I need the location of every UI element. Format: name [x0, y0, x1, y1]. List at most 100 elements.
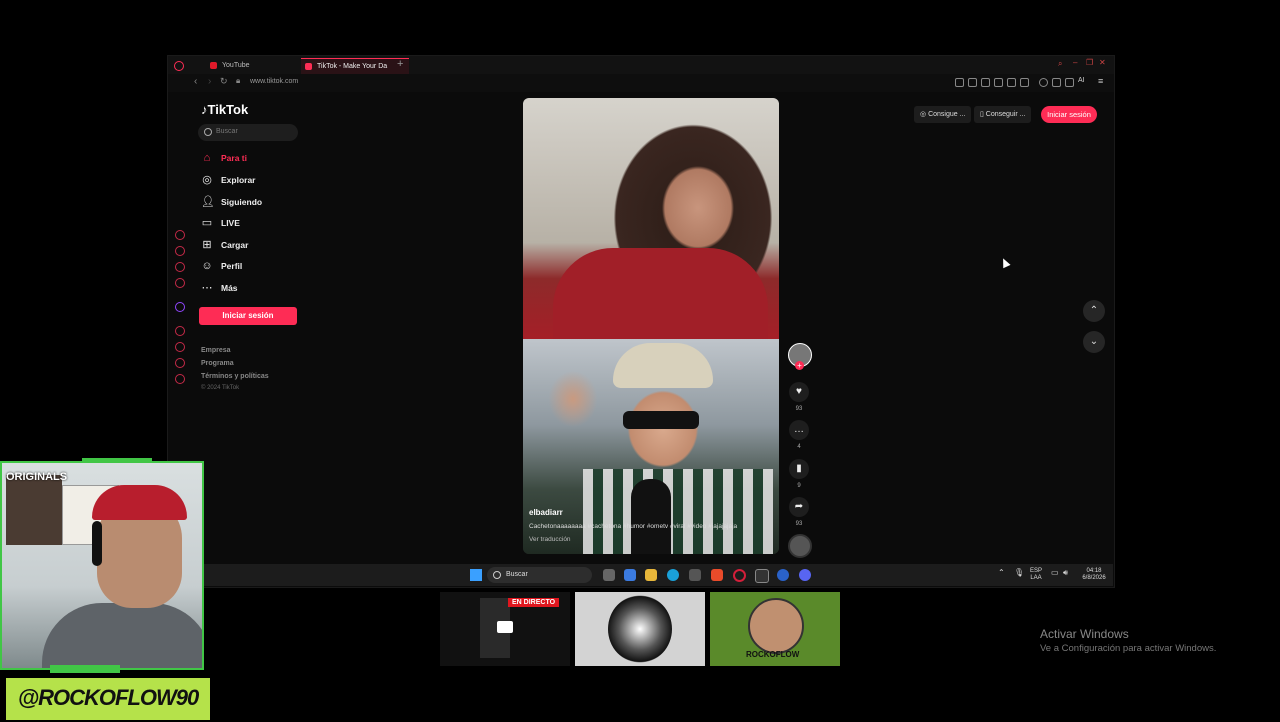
webcam-headset [92, 521, 102, 566]
play-icon[interactable] [1007, 78, 1016, 87]
sidebar-history-icon[interactable] [175, 230, 185, 240]
music-disc-icon[interactable] [788, 534, 812, 558]
tab-tiktok[interactable]: TikTok - Make Your Da [301, 58, 409, 74]
webcam-frame-accent [50, 665, 120, 673]
sidebar-aria-icon[interactable] [175, 246, 185, 256]
sidebar-twitch-icon[interactable] [175, 302, 185, 312]
video-username[interactable]: elbadiarr [529, 508, 563, 517]
edge-icon[interactable] [667, 569, 679, 581]
windows-start-icon[interactable] [470, 569, 482, 581]
opera-logo-icon[interactable] [174, 61, 184, 71]
footer-link-programa[interactable]: Programa [201, 360, 234, 367]
sidebar-chat-icon[interactable] [175, 358, 185, 368]
menu-icon[interactable]: ≡ [1098, 76, 1103, 86]
button-label: Consigue ... [928, 111, 966, 118]
cartoon-avatar [748, 598, 804, 654]
lock-icon: 🔒︎ [236, 76, 241, 85]
back-icon[interactable]: ‹ [194, 76, 197, 87]
nav-label: Explorar [221, 175, 256, 185]
bookmark-icon[interactable] [955, 78, 964, 87]
footer-link-empresa[interactable]: Empresa [201, 347, 231, 354]
logo-text: TikTok [207, 102, 249, 117]
ai-icon[interactable]: AI [1078, 77, 1085, 84]
shield-icon[interactable] [981, 78, 990, 87]
get-app-button[interactable]: ▯ Conseguir ... [974, 106, 1032, 123]
tiktok-logo[interactable]: ♪TikTok [201, 102, 248, 117]
next-video-button[interactable]: ⌄ [1083, 331, 1105, 353]
footer-link-terminos[interactable]: Términos y políticas [201, 373, 269, 380]
maximize-icon[interactable]: ❐ [1086, 58, 1093, 67]
minimize-icon[interactable]: – [1073, 58, 1077, 67]
live-icon: ▭ [201, 217, 213, 229]
sidebar-settings-icon[interactable] [175, 374, 185, 384]
upload-icon: ⊞ [202, 239, 212, 251]
streamer-handle: @ROCKOFLOW90 [4, 676, 212, 722]
taskbar-search[interactable]: Buscar [487, 567, 592, 583]
taskbar-search-label: Buscar [506, 571, 528, 578]
widgets-icon[interactable] [624, 569, 636, 581]
new-tab-button[interactable]: + [397, 58, 403, 70]
opera-icon[interactable] [733, 569, 746, 582]
messenger-icon[interactable] [1039, 78, 1048, 87]
obs-icon[interactable] [755, 569, 769, 583]
tab-youtube[interactable]: YouTube [206, 58, 312, 73]
volume-icon[interactable]: 🔊︎ [1063, 569, 1068, 577]
nav-label: Más [221, 283, 238, 293]
app-icon[interactable] [777, 569, 789, 581]
tray-chevron-up-icon[interactable]: ⌃ [998, 569, 1005, 577]
lang-top: ESP [1030, 568, 1043, 574]
file-explorer-icon[interactable] [645, 569, 657, 581]
save-button[interactable]: ▮ [789, 459, 809, 479]
brave-icon[interactable] [711, 569, 723, 581]
previous-video-button[interactable]: ⌃ [1083, 300, 1105, 322]
live-preview-thumbnail[interactable]: EN DIRECTO [440, 592, 570, 666]
artwork-thumbnail[interactable] [575, 592, 705, 666]
follow-plus-icon[interactable]: + [795, 361, 804, 370]
store-icon[interactable] [689, 569, 701, 581]
get-coins-button[interactable]: ◎ Consigue ... [914, 106, 972, 123]
sidebar-clock-icon[interactable] [175, 342, 185, 352]
close-icon[interactable]: ✕ [1099, 58, 1106, 67]
snapshot-icon[interactable] [968, 78, 977, 87]
youtube-icon [210, 62, 217, 69]
task-view-icon[interactable] [603, 569, 615, 581]
search-input[interactable]: Buscar [198, 124, 298, 141]
following-icon: 👤︎ [201, 196, 215, 208]
login-button-sidebar[interactable]: Iniciar sesión [199, 307, 297, 325]
share-button[interactable]: ➦ [789, 497, 809, 517]
like-count: 93 [795, 406, 803, 412]
avatar-thumbnail[interactable]: ROCKOFLOW [710, 592, 840, 666]
sidebar-player-icon[interactable] [175, 278, 185, 288]
clock[interactable]: 04:18 6/8/2026 [1079, 568, 1109, 582]
login-button-top[interactable]: Iniciar sesión [1041, 106, 1097, 123]
nav-label: Siguiendo [221, 197, 263, 207]
url-field[interactable]: www.tiktok.com [250, 78, 298, 85]
vpn-icon[interactable] [994, 78, 1003, 87]
network-icon[interactable]: ▭ [1051, 569, 1059, 577]
nav-label: Para ti [221, 153, 247, 163]
activate-windows-title: Activar Windows [1040, 627, 1129, 641]
nav-label: LIVE [221, 218, 240, 228]
sidebar-add-icon[interactable] [175, 326, 185, 336]
microphone-icon[interactable]: 🎙︎ [1014, 569, 1024, 577]
language-indicator[interactable]: ESP LAA [1030, 568, 1042, 582]
bookmark-icon: ▮ [796, 463, 802, 474]
forward-icon[interactable]: › [208, 76, 211, 87]
webcam-cap [92, 485, 187, 520]
discord-icon[interactable] [799, 569, 811, 581]
reload-icon[interactable]: ↻ [220, 76, 228, 87]
heart-icon[interactable] [1020, 78, 1029, 87]
video-player[interactable]: elbadiarr Cachetonaaaaaaaa #cachetona #h… [523, 98, 779, 554]
video-microphone [631, 479, 671, 554]
button-label: Conseguir ... [985, 111, 1026, 118]
tab-label: TikTok - Make Your Da [317, 63, 388, 70]
wallet-icon[interactable] [1052, 78, 1061, 87]
share-count: 93 [795, 521, 803, 527]
tab-bar: YouTube TikTok - Make Your Da + ⌕ – ❐ ✕ [168, 56, 1114, 74]
download-icon[interactable] [1065, 78, 1074, 87]
search-icon[interactable]: ⌕ [1058, 59, 1062, 69]
like-button[interactable]: ♥ [789, 382, 809, 402]
comment-button[interactable]: … [789, 420, 809, 440]
sidebar-instagram-icon[interactable] [175, 262, 185, 272]
see-translation-link[interactable]: Ver traducción [529, 536, 571, 543]
